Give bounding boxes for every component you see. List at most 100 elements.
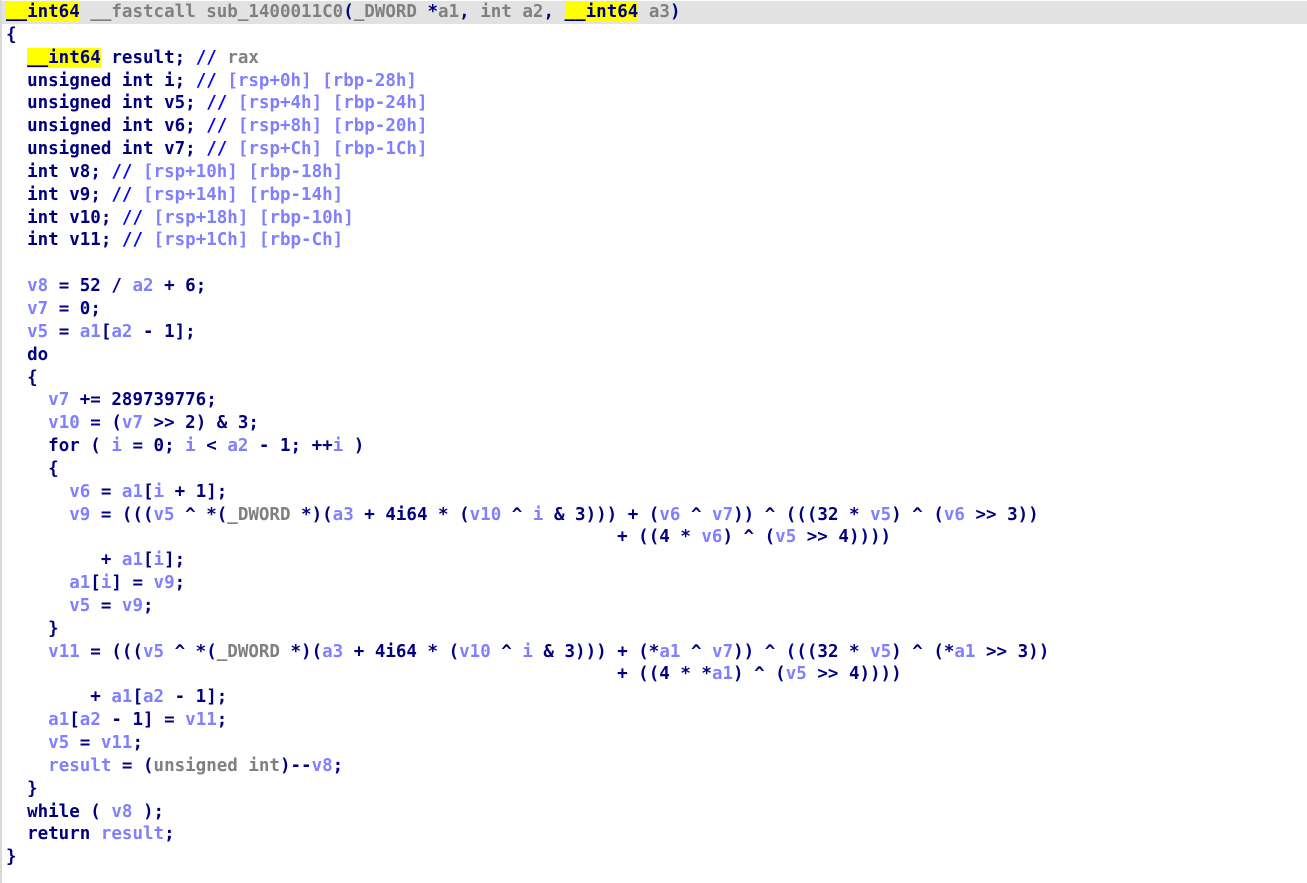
code-token: - [132,321,165,342]
code-token: ) [343,436,365,457]
code-token: } [48,618,59,639]
code-line[interactable]: do [2,344,1307,367]
code-token: )-- [279,755,312,776]
code-line[interactable]: int v10; // [rsp+18h] [rbp-10h] [2,207,1307,230]
code-line[interactable]: v5 = v9; [2,595,1307,618]
code-token: v5 [870,641,892,662]
code-line[interactable]: v10 = (v7 >> 2) & 3; [2,412,1307,435]
code-token: a2 [111,321,133,342]
code-line[interactable]: unsigned int v5; // [rsp+4h] [rbp-24h] [2,92,1307,115]
code-token: )) ^ ((( [733,504,818,525]
code-line[interactable]: a1[i] = v9; [2,572,1307,595]
code-line[interactable]: v8 = 52 / a2 + 6; [2,275,1307,298]
code-line[interactable]: } [2,846,1307,869]
code-line[interactable]: __int64 result; // rax [2,47,1307,70]
code-line[interactable]: int v9; // [rsp+14h] [rbp-14h] [2,184,1307,207]
code-line[interactable]: + a1[i]; [2,549,1307,572]
code-token: >> [796,527,839,548]
code-token: 1 [195,687,207,708]
code-token: + [6,550,122,571]
code-token: [ [142,550,154,571]
code-line[interactable]: + a1[a2 - 1]; [2,686,1307,709]
decompiler-pseudocode-view[interactable]: __int64 __fastcall sub_1400011C0(_DWORD … [0,0,1307,883]
code-token: * [669,527,702,548]
code-token: v7 [712,504,734,525]
code-token: v6 [69,481,91,502]
code-token: 289739776 [111,390,207,411]
code-token: [ [90,573,101,594]
code-token: unsigned int [27,139,154,160]
code-line[interactable]: v7 = 0; [2,298,1307,321]
code-token: [rsp+4h] [rbp-24h] [237,93,428,114]
code-token: ]; [174,321,196,342]
code-token: >> [806,664,849,685]
code-token: } [6,847,17,868]
code-line[interactable]: __int64 __fastcall sub_1400011C0(_DWORD … [2,1,1307,24]
code-token: a1 [711,664,734,685]
code-token: = ( [79,413,122,434]
code-token: result [48,755,112,776]
code-token: )) ^ ((( [733,641,818,662]
code-line[interactable]: int v8; // [rsp+10h] [rbp-18h] [2,161,1307,184]
code-token: 6 [185,276,196,297]
code-line[interactable]: v5 = a1[a2 - 1]; [2,321,1307,344]
code-token: a3 [322,641,344,662]
code-token: 1 [132,710,144,731]
code-line[interactable] [2,252,1307,275]
code-line[interactable]: + ((4 * *a1) ^ (v5 >> 4)))) [2,663,1307,686]
code-line[interactable]: unsigned int i; // [rsp+0h] [rbp-28h] [2,70,1307,93]
code-line[interactable]: int v11; // [rsp+1Ch] [rbp-Ch] [2,229,1307,252]
code-token: = [48,298,80,319]
code-line[interactable]: v6 = a1[i + 1]; [2,481,1307,504]
code-token: ; [90,298,101,319]
code-line[interactable]: { [2,24,1307,47]
code-line[interactable]: v7 += 289739776; [2,389,1307,412]
code-token: + [353,504,386,525]
code-line[interactable]: v9 = (((v5 ^ *(_DWORD *)(a3 + 4i64 * (v1… [2,504,1307,527]
code-token: / [100,276,133,297]
code-token: 4i64 [374,641,417,662]
code-token: ; [90,184,112,205]
code-token: * [838,641,871,662]
code-line[interactable]: v5 = v11; [2,732,1307,755]
code-token: 1 [195,481,207,502]
code-line[interactable]: { [2,458,1307,481]
code-token: ]; [164,550,186,571]
code-listing[interactable]: __int64 __fastcall sub_1400011C0(_DWORD … [2,0,1307,869]
code-token: = [69,733,101,753]
code-token: v5 [870,504,892,525]
code-token: v5 [69,595,91,616]
code-line[interactable]: unsigned int v6; // [rsp+8h] [rbp-20h] [2,115,1307,138]
code-line[interactable]: for ( i = 0; i < a2 - 1; ++i ) [2,435,1307,458]
code-line[interactable]: } [2,778,1307,801]
code-token: a3 [648,2,670,22]
code-token: 3 [564,641,576,662]
code-line[interactable]: unsigned int v7; // [rsp+Ch] [rbp-1Ch] [2,138,1307,161]
code-token: = [48,276,80,297]
code-line[interactable]: v11 = (((v5 ^ *(_DWORD *)(a3 + 4i64 * (v… [2,641,1307,664]
code-token: unsigned int [153,755,280,776]
code-token: 4 [838,527,849,548]
code-line[interactable]: return result; [2,823,1307,846]
code-token: { [6,24,17,45]
code-token: ; [174,47,196,68]
code-line[interactable]: + ((4 * v6) ^ (v5 >> 4)))) [2,526,1307,549]
code-line[interactable]: { [2,367,1307,390]
code-token: ; [90,161,112,182]
code-line[interactable]: while ( v8 ); [2,801,1307,824]
code-token: ; [185,93,207,114]
code-line[interactable]: result = (unsigned int)--v8; [2,755,1307,778]
code-token: = [90,481,122,502]
code-line[interactable]: a1[a2 - 1] = v11; [2,709,1307,732]
code-line[interactable]: } [2,618,1307,641]
